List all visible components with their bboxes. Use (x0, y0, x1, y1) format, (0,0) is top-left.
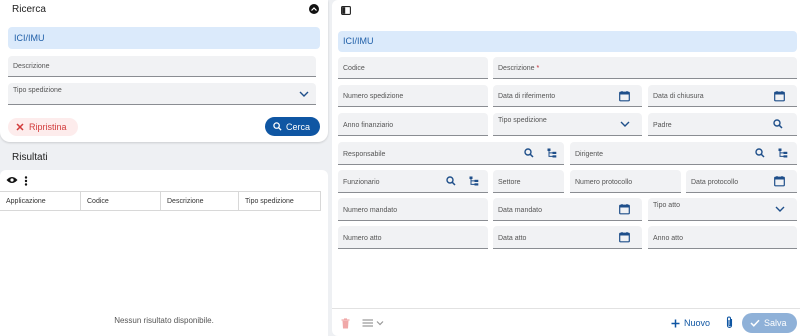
funzionario-input[interactable]: Funzionario (338, 170, 488, 193)
numero-spedizione-label: Numero spedizione (343, 93, 404, 100)
chevron-down-icon (775, 206, 785, 212)
hierarchy-icon[interactable] (469, 176, 479, 186)
descrizione-input[interactable]: Descrizione * (493, 57, 797, 79)
tipo-spedizione-label: Tipo spedizione (498, 117, 547, 124)
dirigente-input[interactable]: Dirigente (570, 142, 797, 165)
hierarchy-icon[interactable] (778, 148, 788, 158)
new-label: Nuovo (684, 318, 711, 328)
table-header: Applicazione Codice Descrizione Tipo spe… (0, 191, 321, 211)
close-icon (16, 123, 24, 131)
attachment-icon[interactable] (725, 316, 734, 329)
funzionario-label: Funzionario (343, 179, 380, 186)
dirigente-label: Dirigente (575, 151, 604, 158)
module-label: ICI/IMU (8, 27, 320, 49)
tipo-spedizione-select[interactable]: Tipo spedizione (493, 113, 642, 136)
shipment-type-label: Tipo spedizione (13, 87, 62, 94)
anno-finanziario-input[interactable]: Anno finanziario (338, 113, 488, 136)
eye-icon[interactable] (6, 176, 18, 184)
numero-atto-input[interactable]: Numero atto (338, 226, 488, 249)
search-card: Ricerca ICI/IMU Descrizione Tipo spedizi… (0, 0, 328, 142)
search-label: Cerca (286, 121, 311, 132)
search-icon[interactable] (446, 176, 456, 186)
data-chiusura-input[interactable]: Data di chiusura (648, 85, 797, 107)
results-title: Risultati (12, 152, 48, 163)
numero-mandato-label: Numero mandato (343, 207, 398, 214)
tipo-atto-label: Tipo atto (653, 202, 680, 209)
codice-label: Codice (343, 65, 365, 72)
search-icon[interactable] (755, 148, 765, 158)
chevron-down-icon (299, 91, 309, 97)
padre-input[interactable]: Padre (648, 113, 797, 136)
trash-icon[interactable] (341, 318, 350, 329)
kebab-menu-icon[interactable] (24, 176, 28, 186)
plus-icon (671, 319, 680, 327)
module-label: ICI/IMU (338, 31, 797, 52)
detail-panel: ICI/IMU Codice Descrizione * Numero sped… (332, 0, 800, 336)
numero-protocollo-label: Numero protocollo (575, 179, 633, 186)
search-icon[interactable] (524, 148, 534, 158)
calendar-icon[interactable] (619, 90, 630, 101)
anno-finanziario-label: Anno finanziario (343, 122, 394, 129)
required-mark: * (536, 65, 540, 72)
settore-input[interactable]: Settore (493, 170, 564, 193)
anno-atto-label: Anno atto (653, 235, 683, 242)
search-title: Ricerca (12, 4, 46, 15)
codice-input[interactable]: Codice (338, 57, 488, 79)
description-input[interactable]: Descrizione (8, 56, 316, 77)
collapse-icon[interactable] (309, 4, 319, 14)
search-panel: Ricerca ICI/IMU Descrizione Tipo spedizi… (0, 0, 328, 336)
calendar-icon[interactable] (619, 232, 630, 243)
search-button[interactable]: Cerca (265, 117, 320, 136)
data-riferimento-label: Data di riferimento (498, 93, 556, 100)
numero-spedizione-input[interactable]: Numero spedizione (338, 85, 488, 107)
data-mandato-label: Data mandato (498, 207, 542, 214)
column-header[interactable]: Descrizione (161, 192, 239, 211)
check-icon (750, 319, 760, 327)
new-button[interactable]: Nuovo (667, 314, 718, 332)
menu-dropdown-icon[interactable] (362, 318, 386, 328)
empty-message: Nessun risultato disponibile. (114, 316, 214, 325)
numero-atto-label: Numero atto (343, 235, 382, 242)
hierarchy-icon[interactable] (547, 148, 557, 158)
calendar-icon[interactable] (619, 204, 630, 215)
form-footer: Nuovo Salva (332, 308, 800, 336)
anno-atto-input[interactable]: Anno atto (648, 226, 797, 249)
data-mandato-input[interactable]: Data mandato (493, 198, 642, 221)
descrizione-label: Descrizione * (498, 65, 540, 72)
reset-button[interactable]: Ripristina (8, 118, 78, 136)
column-header[interactable]: Codice (81, 192, 161, 211)
tipo-atto-select[interactable]: Tipo atto (648, 198, 797, 221)
reset-label: Ripristina (29, 122, 67, 132)
save-label: Salva (764, 318, 787, 328)
data-atto-label: Data atto (498, 235, 527, 242)
data-chiusura-label: Data di chiusura (653, 93, 704, 100)
search-icon (273, 122, 282, 131)
description-label: Descrizione (13, 63, 50, 70)
results-card: Applicazione Codice Descrizione Tipo spe… (0, 170, 328, 336)
calendar-icon[interactable] (774, 90, 785, 101)
numero-protocollo-input[interactable]: Numero protocollo (570, 170, 681, 193)
calendar-icon[interactable] (774, 176, 785, 187)
sidebar-toggle-icon[interactable] (341, 6, 351, 15)
column-header[interactable]: Applicazione (0, 192, 81, 211)
data-atto-input[interactable]: Data atto (493, 226, 642, 249)
shipment-type-select[interactable]: Tipo spedizione (8, 83, 316, 105)
responsabile-label: Responsabile (343, 151, 386, 158)
padre-label: Padre (653, 122, 672, 129)
data-riferimento-input[interactable]: Data di riferimento (493, 85, 642, 107)
data-protocollo-label: Data protocollo (691, 179, 739, 186)
search-icon[interactable] (773, 119, 783, 129)
settore-label: Settore (498, 179, 521, 186)
data-protocollo-input[interactable]: Data protocollo (686, 170, 797, 193)
column-header[interactable]: Tipo spedizione (239, 192, 321, 211)
numero-mandato-input[interactable]: Numero mandato (338, 198, 488, 221)
responsabile-input[interactable]: Responsabile (338, 142, 564, 165)
chevron-down-icon (620, 121, 630, 127)
save-button[interactable]: Salva (742, 313, 797, 333)
